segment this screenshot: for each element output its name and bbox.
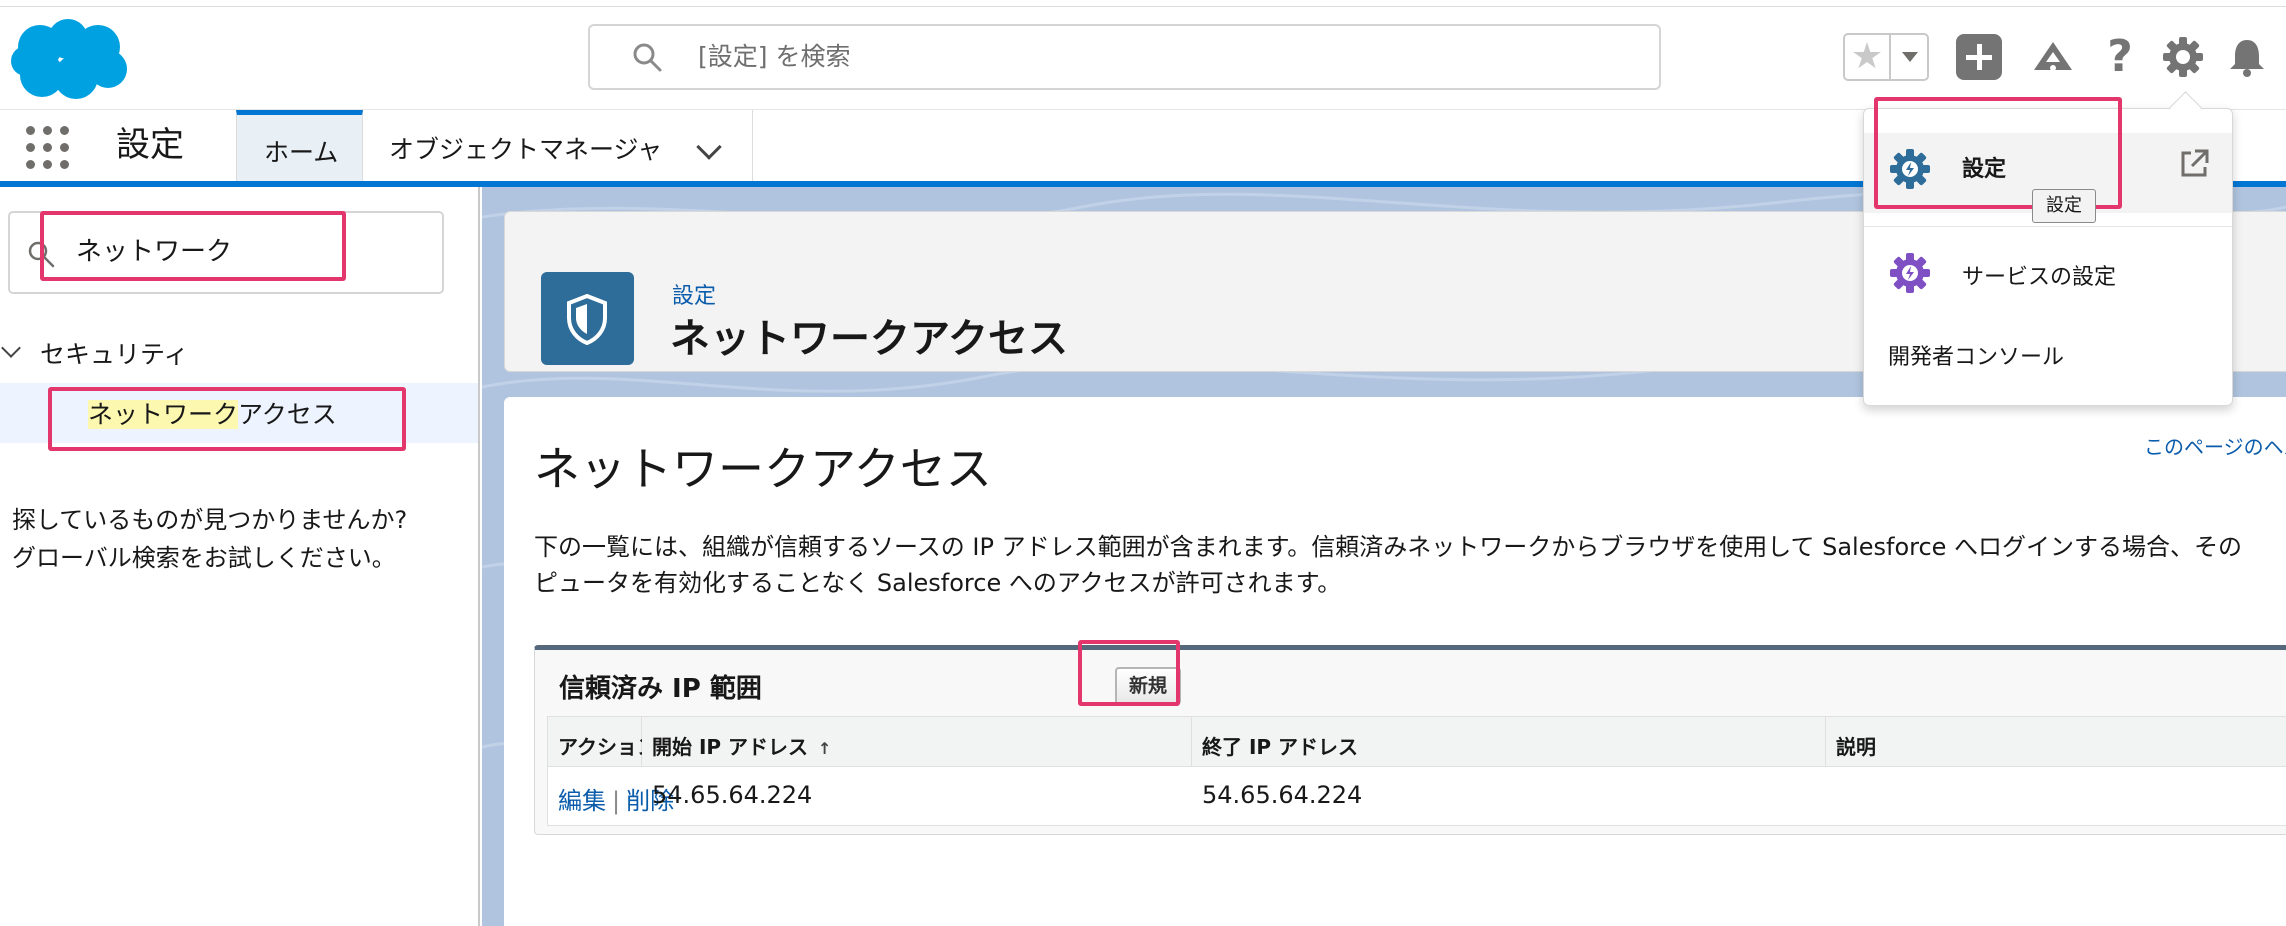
trusted-ip-ranges-block: 信頼済み IP 範囲 新規 アクション 開始 IP アドレス ↑ 終了 IP アド… [534,645,2286,835]
trailhead-icon[interactable] [2030,34,2076,80]
edit-link[interactable]: 編集 [558,787,606,815]
favorites-group: ★ [1843,33,1929,81]
column-header-description[interactable]: 説明 [1826,717,2286,767]
search-icon [633,43,662,72]
app-launcher-waffle-icon[interactable] [26,126,70,170]
page-content: このページのヘル ネットワークアクセス 下の一覧には、組織が信頼するソースの I… [504,397,2286,926]
chevron-down-icon[interactable] [696,134,722,160]
start-ip-cell: 54.65.64.224 [652,781,813,809]
column-header-action: アクション [548,717,657,767]
description: 下の一覧には、組織が信頼するソースの IP アドレス範囲が含まれます。信頼済みネ… [534,529,2242,601]
setup-tooltip: 設定 [2032,189,2096,223]
menu-item-service-setup[interactable]: サービスの設定 [1864,241,2232,305]
sort-ascending-icon: ↑ [818,739,832,758]
tab-object-manager[interactable]: オブジェクトマネージャ [363,110,753,184]
salesforce-logo[interactable] [10,17,128,101]
tab-home-label: ホーム [264,138,339,167]
setup-menu-dropdown: 設定 設定 サービスの設定 開発者コンソール [1863,97,2233,406]
service-setup-gear-icon [1890,253,1930,293]
open-in-new-window-icon[interactable] [2177,147,2211,181]
favorite-star-icon[interactable]: ★ [1845,35,1889,79]
notifications-bell-icon[interactable] [2224,34,2270,80]
menu-item-developer-console[interactable]: 開発者コンソール [1888,339,2064,371]
not-found-line-2: グローバル検索をお試しください。 [12,544,396,572]
tab-home[interactable]: ホーム [236,110,363,184]
tab-object-manager-label: オブジェクトマネージャ [389,135,663,164]
setup-sidebar: ネットワーク セキュリティ ネットワークアクセス 探しているものが見つかりません… [0,187,480,926]
not-found-hint: 探しているものが見つかりませんか? グローバル検索をお試しください。 [12,501,407,577]
not-found-line-1: 探しているものが見つかりませんか? [12,506,408,534]
chevron-down-icon [1,338,21,358]
menu-item-service-setup-label: サービスの設定 [1962,265,2117,290]
sidebar-section-label: セキュリティ [40,340,189,369]
highlight-box-network-access [48,387,406,451]
help-for-this-page-link[interactable]: このページのヘル [2144,431,2286,460]
highlight-box-new-button [1078,640,1180,706]
column-header-end-ip[interactable]: 終了 IP アドレス [1192,717,1826,767]
table-row-actions: 編集 | 削除 [548,767,674,825]
description-line-2: ピュータを有効化することなく Salesforce へのアクセスが許可されます。 [534,569,1342,597]
setup-gear-icon[interactable] [2160,34,2206,80]
search-placeholder: [設定] を検索 [698,42,851,71]
menu-divider [1864,226,2232,227]
global-search-input[interactable]: [設定] を検索 [588,24,1661,90]
ip-ranges-table: アクション 開始 IP アドレス ↑ 終了 IP アドレス 説明 編集 | 削除 54… [547,716,2286,826]
favorites-dropdown-button[interactable] [1889,35,1927,79]
global-header: [設定] を検索 ★ ? [0,7,2286,109]
top-border [0,0,2286,7]
network-access-shield-icon [541,272,634,365]
content-title: ネットワークアクセス [534,442,992,496]
description-cell [1826,767,2286,825]
app-name: 設定 [116,125,184,165]
description-line-1: 下の一覧には、組織が信頼するソースの IP アドレス範囲が含まれます。信頼済みネ… [534,533,2243,561]
column-header-start-ip[interactable]: 開始 IP アドレス ↑ [642,717,1192,767]
trusted-ip-ranges-title: 信頼済み IP 範囲 [559,674,762,704]
help-icon[interactable]: ? [2097,34,2143,80]
highlight-box-quick-find [40,211,346,281]
page-header-title: ネットワークアクセス [670,316,1068,362]
end-ip-cell: 54.65.64.224 [1202,781,1363,809]
global-actions-add-icon[interactable] [1956,34,2002,80]
sidebar-section-security[interactable]: セキュリティ [0,331,478,371]
column-header-start-ip-label: 開始 IP アドレス [652,735,809,759]
action-separator: | [612,787,621,815]
